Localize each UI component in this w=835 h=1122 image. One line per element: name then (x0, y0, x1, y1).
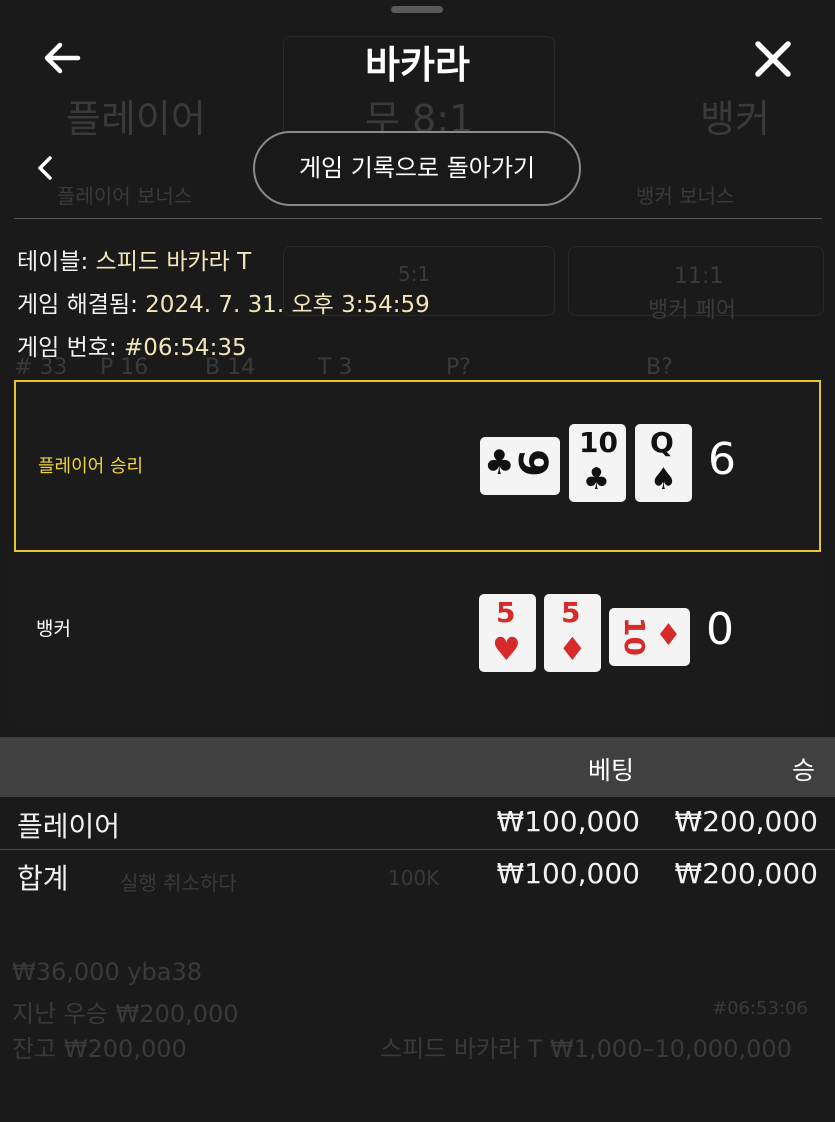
diamond-suit-icon: ♦ (558, 630, 587, 668)
total-label: 합계 (17, 862, 69, 895)
banker-score: 0 (706, 604, 734, 655)
table-value: 스피드 바카라 T (95, 249, 252, 275)
heart-suit-icon: ♥ (492, 630, 521, 668)
bet-column-header: 베팅 (588, 756, 635, 785)
close-icon[interactable] (750, 36, 796, 82)
card-rank: 5 (496, 596, 516, 629)
playing-card: ♣ 9 (480, 437, 560, 495)
bet-row-amount: ₩100,000 (496, 805, 640, 838)
bet-row-name: 플레이어 (17, 810, 121, 843)
bg-chip-label: 100K (388, 866, 440, 890)
table-info: 테이블: 스피드 바카라 T (17, 242, 251, 276)
bg-box-3 (568, 246, 824, 316)
bet-table-header: 베팅 승 (0, 737, 835, 797)
win-column-header: 승 (792, 756, 816, 785)
total-win: ₩200,000 (674, 857, 818, 890)
resolved-label: 게임 해결됨: (17, 292, 146, 318)
card-rank: 10 (579, 426, 618, 459)
bg-banker-pair-odds: 11:1 (674, 264, 724, 289)
banker-result-row: 뱅커 5 ♥ 5 ♦ 10 ♦ 0 (14, 552, 821, 724)
playing-card: 5 ♦ (544, 594, 601, 672)
card-rank: 5 (561, 596, 581, 629)
resolved-info: 게임 해결됨: 2024. 7. 31. 오후 3:54:59 (17, 285, 430, 319)
bg-stat-t: T 3 (318, 355, 353, 380)
player-win-label: 플레이어 승리 (38, 456, 144, 477)
back-to-history-button[interactable]: 게임 기록으로 돌아가기 (253, 131, 581, 206)
bg-player-bonus-label: 플레이어 보너스 (57, 184, 193, 208)
playing-card: Q ♠ (635, 424, 692, 502)
bg-banker-pair: 뱅커 페어 (648, 298, 736, 323)
bg-undo-label: 실행 취소하다 (120, 871, 237, 895)
game-number-label: 게임 번호: (17, 335, 125, 361)
bg-stat-p-predict: P? (446, 355, 471, 380)
club-suit-icon: ♣ (583, 462, 610, 497)
card-rank: Q (650, 426, 674, 459)
card-rank: 10 (617, 617, 651, 656)
playing-card: 5 ♥ (479, 594, 536, 672)
playing-card: 10 ♦ (609, 608, 690, 666)
bg-last-win-row: 지난 우승 ₩200,000 (12, 1000, 239, 1028)
bg-stat-b-predict: B? (646, 355, 673, 380)
playing-card: 10 ♣ (569, 424, 626, 502)
resolved-value: 2024. 7. 31. 오후 3:54:59 (145, 292, 430, 318)
banker-label: 뱅커 (36, 618, 71, 640)
bg-balance-row: ₩36,000 yba38 (12, 958, 203, 986)
divider (14, 218, 822, 219)
card-rank: 9 (508, 449, 555, 477)
player-result-row: 플레이어 승리 ♣ 9 10 ♣ Q ♠ 6 (14, 380, 821, 552)
game-number-value: #06:54:35 (124, 335, 247, 361)
chevron-left-icon[interactable] (30, 150, 62, 186)
bg-banker-bonus-label: 뱅커 보너스 (636, 184, 735, 208)
spade-suit-icon: ♠ (650, 462, 677, 497)
bg-balance-total-row: 잔고 ₩200,000 (12, 1035, 187, 1063)
game-number-info: 게임 번호: #06:54:35 (17, 328, 247, 362)
bg-round-id: #06:53:06 (712, 998, 808, 1019)
total-bet: ₩100,000 (496, 857, 640, 890)
page-title: 바카라 (365, 43, 470, 87)
player-score: 6 (708, 434, 736, 485)
table-label: 테이블: (17, 249, 96, 275)
bet-row-win: ₩200,000 (674, 805, 818, 838)
diamond-suit-icon: ♦ (655, 618, 682, 653)
table-divider (0, 849, 835, 850)
header: 바카라 (0, 0, 835, 120)
bg-table-limits: 스피드 바카라 T ₩1,000–10,000,000 (380, 1035, 792, 1063)
bg-pair-odds: 5:1 (398, 262, 431, 286)
